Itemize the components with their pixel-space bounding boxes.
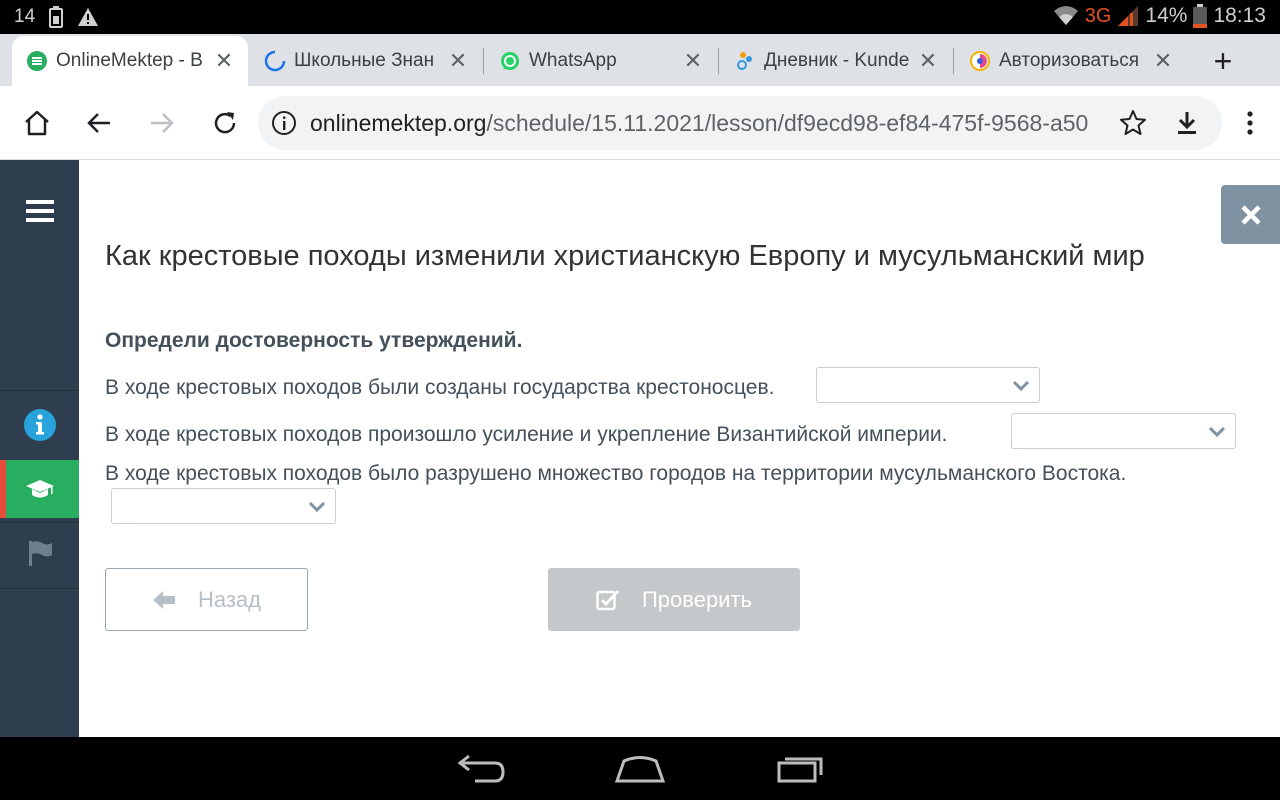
sidebar-divider (0, 522, 79, 523)
tab-kundelik[interactable]: Дневник - Kunde ✕ (720, 36, 952, 86)
battery-saver-icon (49, 6, 64, 28)
status-left: 14 (14, 6, 99, 28)
recent-apps-icon[interactable] (770, 751, 830, 787)
system-navigation-bar (0, 737, 1280, 800)
tab-onlinemektep[interactable]: OnlineMektep - B ✕ (12, 36, 248, 86)
statement-3: В ходе крестовых походов было разрушено … (105, 462, 1127, 485)
info-icon (23, 409, 56, 441)
status-right: 3G 14% 18:13 (1053, 4, 1266, 28)
sidebar-divider (0, 390, 79, 391)
reload-button[interactable] (203, 101, 247, 145)
sidebar-item-flag[interactable] (0, 524, 79, 582)
notification-count: 14 (14, 6, 36, 27)
reload-icon (214, 112, 236, 134)
tab-strip: OnlineMektep - B ✕ Школьные Знан ✕ Whats… (0, 34, 1280, 86)
graduation-cap-icon (25, 480, 54, 498)
url-host: onlinemektep.org (310, 110, 487, 136)
close-lesson-button[interactable] (1221, 185, 1280, 244)
sidebar-item-info[interactable] (0, 396, 79, 454)
tab-close-icon[interactable]: ✕ (446, 48, 470, 74)
home-button[interactable] (15, 101, 59, 145)
info-circle-icon[interactable] (270, 109, 298, 137)
lesson-sidebar (0, 160, 79, 737)
new-tab-button[interactable]: + (1200, 38, 1246, 84)
arrow-left-icon (87, 113, 110, 133)
chevron-down-icon (1012, 380, 1030, 392)
check-square-icon (596, 589, 620, 610)
signal-icon (1118, 6, 1139, 26)
tab-close-icon[interactable]: ✕ (681, 48, 705, 74)
flag-icon (28, 541, 52, 566)
chevron-down-icon (1208, 426, 1226, 438)
url-path: /schedule/15.11.2021/lesson/df9ecd98-ef8… (486, 110, 1089, 136)
kundelik-favicon (737, 52, 752, 70)
tab-separator (483, 48, 484, 74)
clock: 18:13 (1213, 4, 1266, 27)
menu-icon[interactable] (22, 196, 58, 226)
tab-login[interactable]: Авторизоваться ✕ (955, 36, 1187, 86)
battery-percent: 14% (1145, 4, 1188, 27)
browser-toolbar: onlinemektep.org/schedule/15.11.2021/les… (0, 86, 1280, 160)
download-icon[interactable] (1172, 108, 1202, 138)
home-icon (25, 110, 49, 136)
back-icon[interactable] (451, 751, 511, 787)
answer-select-1[interactable] (816, 367, 1040, 403)
tab-close-icon[interactable]: ✕ (212, 48, 236, 74)
tab-title: OnlineMektep - B (56, 50, 203, 71)
back-button[interactable]: Назад (105, 568, 308, 631)
close-icon (1240, 204, 1261, 225)
check-button[interactable]: Проверить (548, 568, 800, 631)
tab-title: Школьные Знан (294, 50, 435, 71)
home-icon[interactable] (610, 751, 670, 787)
more-vert-icon (1247, 111, 1253, 135)
network-type: 3G (1084, 4, 1112, 27)
onlinemektep-favicon (27, 51, 47, 71)
tab-title: Авторизоваться (999, 50, 1140, 71)
statement-1: В ходе крестовых походов были созданы го… (105, 376, 775, 399)
loading-spinner-icon (264, 50, 286, 72)
page-content: Как крестовые походы изменили христианск… (0, 160, 1280, 737)
wifi-icon (1053, 6, 1078, 25)
whatsapp-icon (501, 52, 519, 70)
forward-nav-button[interactable] (140, 101, 184, 145)
star-icon[interactable] (1118, 108, 1148, 138)
url-text[interactable]: onlinemektep.org/schedule/15.11.2021/les… (310, 110, 1106, 137)
arrow-left-icon (152, 590, 175, 609)
tab-title: Дневник - Kunde (764, 50, 910, 71)
answer-select-2[interactable] (1011, 413, 1236, 449)
battery-icon (1193, 4, 1208, 28)
sidebar-item-lesson[interactable] (0, 460, 79, 518)
statement-2: В ходе крестовых походов произошло усиле… (105, 423, 948, 446)
tab-close-icon[interactable]: ✕ (916, 48, 940, 74)
task-instruction: Определи достоверность утверждений. (105, 329, 523, 352)
tab-close-icon[interactable]: ✕ (1151, 48, 1175, 74)
back-button-label: Назад (197, 586, 262, 612)
tab-whatsapp[interactable]: WhatsApp ✕ (485, 36, 717, 86)
chevron-down-icon (308, 501, 326, 513)
status-bar: 14 3G 14% 18:13 (0, 0, 1280, 34)
tab-znanija[interactable]: Школьные Знан ✕ (250, 36, 482, 86)
tab-title: WhatsApp (529, 50, 617, 71)
address-bar[interactable]: onlinemektep.org/schedule/15.11.2021/les… (258, 96, 1222, 150)
tab-separator (953, 48, 954, 74)
back-nav-button[interactable] (77, 101, 121, 145)
sidebar-divider (0, 588, 79, 589)
answer-select-3[interactable] (111, 488, 336, 524)
lesson-title: Как крестовые походы изменили христианск… (105, 240, 1145, 272)
warning-icon (78, 8, 99, 26)
arrow-right-icon (151, 113, 174, 133)
login-favicon (970, 51, 990, 71)
tab-separator (718, 48, 719, 74)
check-button-label: Проверить (641, 586, 753, 612)
browser-menu-button[interactable] (1228, 101, 1272, 145)
